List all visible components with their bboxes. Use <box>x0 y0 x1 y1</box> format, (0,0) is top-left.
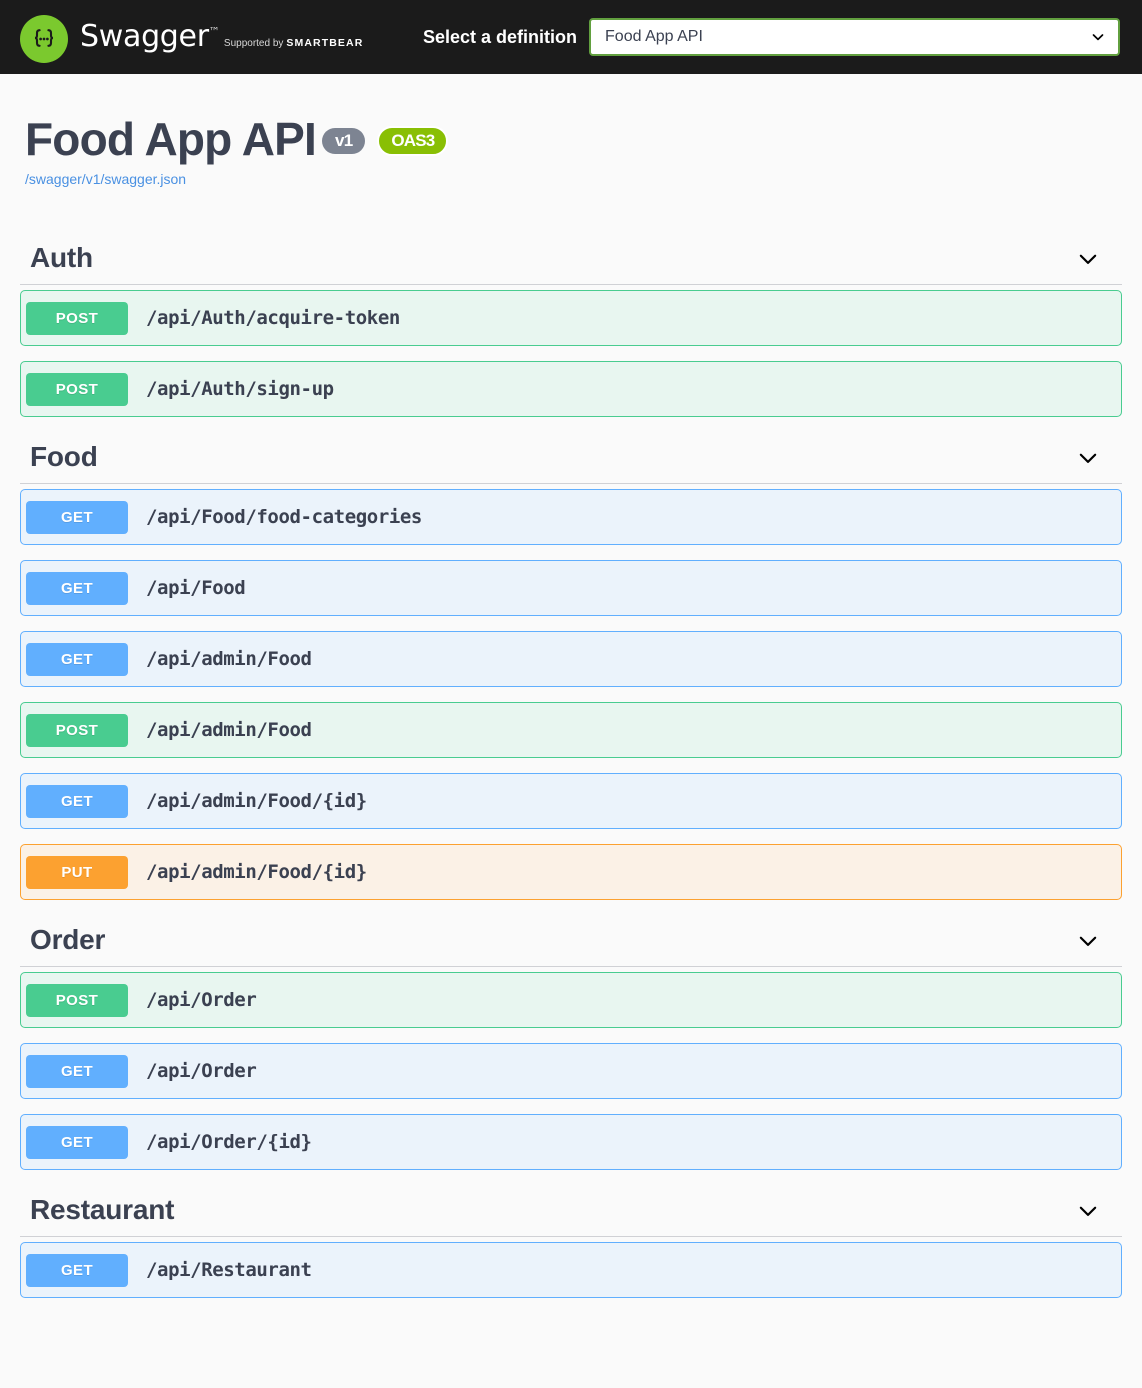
http-method-badge: GET <box>26 784 128 818</box>
tag-name: Order <box>30 924 106 956</box>
brand-title: Swagger™ <box>80 18 220 54</box>
tag-section: Restaurant GET/api/Restaurant <box>20 1185 1122 1298</box>
operations-list: Auth POST/api/Auth/acquire-token POST/api/… <box>20 233 1122 1298</box>
operation-path: /api/Auth/acquire-token <box>146 307 400 329</box>
operation-row[interactable]: GET/api/Restaurant <box>20 1242 1122 1298</box>
tag-section: Auth POST/api/Auth/acquire-token POST/api/… <box>20 233 1122 417</box>
operation-path: /api/admin/Food <box>146 648 312 670</box>
http-method-badge: PUT <box>26 855 128 889</box>
operation-row[interactable]: GET/api/Food/food-categories <box>20 489 1122 545</box>
operation-row[interactable]: POST/api/admin/Food <box>20 702 1122 758</box>
tag-header-auth[interactable]: Auth <box>20 233 1122 285</box>
operation-row[interactable]: POST/api/Auth/acquire-token <box>20 290 1122 346</box>
tag-header-restaurant[interactable]: Restaurant <box>20 1185 1122 1237</box>
http-method-badge: GET <box>26 1253 128 1287</box>
chevron-down-icon[interactable] <box>1074 245 1102 273</box>
operation-path: /api/Food/food-categories <box>146 506 422 528</box>
http-method-badge: POST <box>26 301 128 335</box>
operation-row[interactable]: PUT/api/admin/Food/{id} <box>20 844 1122 900</box>
tag-section: Order POST/api/Order GET/api/Order GET/api/… <box>20 915 1122 1170</box>
topbar: Swagger™ Supported by SMARTBEAR Select a … <box>0 0 1142 74</box>
version-badge: v1 <box>322 128 366 154</box>
chevron-down-icon[interactable] <box>1074 927 1102 955</box>
operation-row[interactable]: GET/api/Order/{id} <box>20 1114 1122 1170</box>
swagger-ui-body: Food App API v1 OAS3 /swagger/v1/swagger… <box>0 74 1142 1298</box>
chevron-down-icon[interactable] <box>1074 444 1102 472</box>
operation-path: /api/admin/Food/{id} <box>146 861 367 883</box>
swagger-brand-link[interactable]: Swagger™ Supported by SMARTBEAR <box>20 12 363 63</box>
definition-selector-group: Select a definition Food App API <box>423 18 1120 56</box>
http-method-badge: GET <box>26 571 128 605</box>
operation-row[interactable]: POST/api/Order <box>20 972 1122 1028</box>
definition-selected-value: Food App API <box>605 28 703 45</box>
api-info: Food App API v1 OAS3 /swagger/v1/swagger… <box>20 74 1122 187</box>
operation-path: /api/admin/Food <box>146 719 312 741</box>
operation-path: /api/Order <box>146 989 257 1011</box>
operation-path: /api/Order <box>146 1060 257 1082</box>
tag-section: Food GET/api/Food/food-categories GET/api/… <box>20 432 1122 900</box>
http-method-badge: GET <box>26 642 128 676</box>
operation-path: /api/admin/Food/{id} <box>146 790 367 812</box>
http-method-badge: GET <box>26 500 128 534</box>
operation-row[interactable]: POST/api/Auth/sign-up <box>20 361 1122 417</box>
brand-subtitle: Supported by SMARTBEAR <box>223 36 364 49</box>
operation-row[interactable]: GET/api/admin/Food <box>20 631 1122 687</box>
oas-badge: OAS3 <box>377 126 449 156</box>
http-method-badge: POST <box>26 372 128 406</box>
page-title: Food App API v1 OAS3 <box>25 116 1117 162</box>
operation-row[interactable]: GET/api/Order <box>20 1043 1122 1099</box>
operation-path: /api/Food <box>146 577 246 599</box>
http-method-badge: POST <box>26 983 128 1017</box>
chevron-down-icon <box>1088 27 1108 47</box>
spec-url-link[interactable]: /swagger/v1/swagger.json <box>25 171 1117 187</box>
chevron-down-icon[interactable] <box>1074 1197 1102 1225</box>
operation-path: /api/Auth/sign-up <box>146 378 334 400</box>
api-title-text: Food App API <box>25 113 317 165</box>
operation-path: /api/Order/{id} <box>146 1131 312 1153</box>
http-method-badge: GET <box>26 1125 128 1159</box>
http-method-badge: GET <box>26 1054 128 1088</box>
tag-header-food[interactable]: Food <box>20 432 1122 484</box>
http-method-badge: POST <box>26 713 128 747</box>
definition-label: Select a definition <box>423 26 578 47</box>
brand-trademark: ™ <box>208 24 220 38</box>
tag-name: Auth <box>30 242 93 274</box>
operation-row[interactable]: GET/api/admin/Food/{id} <box>20 773 1122 829</box>
tag-header-order[interactable]: Order <box>20 915 1122 967</box>
swagger-braces-logo-icon <box>20 14 68 63</box>
definition-select[interactable]: Food App API <box>589 18 1120 56</box>
smartbear-wordmark: SMARTBEAR <box>286 36 364 49</box>
tag-name: Restaurant <box>30 1194 175 1226</box>
tag-name: Food <box>30 441 98 473</box>
operation-path: /api/Restaurant <box>146 1259 312 1281</box>
operation-row[interactable]: GET/api/Food <box>20 560 1122 616</box>
